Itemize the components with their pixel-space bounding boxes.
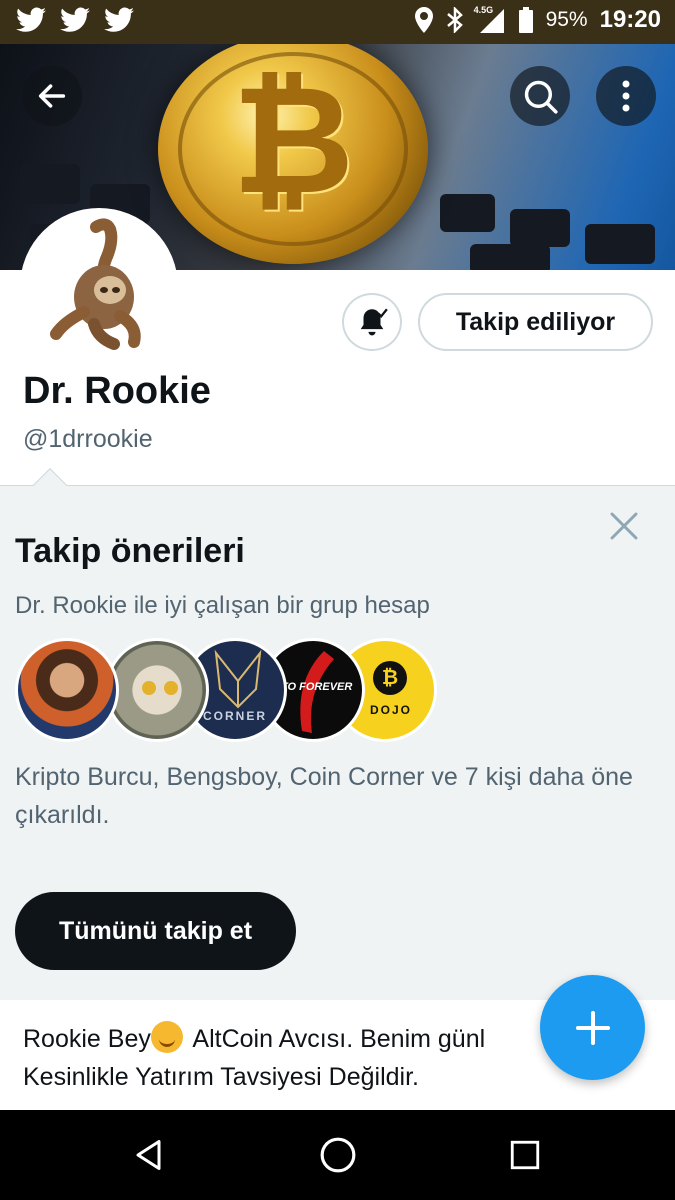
- display-name: Dr. Rookie: [23, 370, 211, 412]
- following-button[interactable]: Takip ediliyor: [418, 293, 653, 351]
- twitter-icon: [104, 7, 134, 33]
- back-button[interactable]: [22, 66, 82, 126]
- bitcoin-coin-image: ₿: [158, 44, 428, 264]
- bluetooth-icon: [446, 7, 464, 33]
- close-icon: [610, 512, 638, 540]
- follow-suggestions-panel: Takip önerileri Dr. Rookie ile iyi çalış…: [0, 468, 675, 1000]
- suggested-avatar[interactable]: [105, 638, 209, 742]
- battery-icon: [518, 7, 534, 33]
- more-vertical-icon: [622, 80, 630, 112]
- nav-recents-button[interactable]: [505, 1135, 545, 1175]
- location-icon: [414, 7, 434, 33]
- search-button[interactable]: [510, 66, 570, 126]
- panel-caret: [33, 468, 67, 502]
- nav-back-button[interactable]: [130, 1135, 170, 1175]
- suggested-avatar[interactable]: [15, 638, 119, 742]
- smiling-face-emoji-icon: [150, 1021, 183, 1053]
- more-options-button[interactable]: [596, 66, 656, 126]
- suggestions-title: Takip önerileri: [15, 532, 245, 570]
- compose-tweet-button[interactable]: [540, 975, 645, 1080]
- bell-check-icon: [360, 308, 388, 336]
- suggestions-subtitle: Dr. Rookie ile iyi çalışan bir grup hesa…: [15, 592, 430, 619]
- plus-icon: [575, 1010, 610, 1045]
- notification-button[interactable]: [342, 293, 402, 351]
- circle-home-icon: [320, 1137, 356, 1173]
- battery-percent: 95%: [545, 8, 588, 31]
- twitter-icon: [16, 7, 46, 33]
- close-suggestions-button[interactable]: [604, 506, 644, 546]
- user-handle: @1drrookie: [23, 425, 153, 453]
- nav-home-button[interactable]: [318, 1135, 358, 1175]
- status-bar: 4.5G 95% 19:20: [0, 0, 675, 44]
- sloth-toy-image: [50, 218, 141, 350]
- signal-icon: 4.5G: [474, 5, 506, 33]
- clock: 19:20: [599, 6, 661, 33]
- square-recents-icon: [510, 1140, 540, 1170]
- twitter-icon: [60, 7, 90, 33]
- suggestions-description: Kripto Burcu, Bengsboy, Coin Corner ve 7…: [15, 763, 633, 829]
- follow-all-button[interactable]: Tümünü takip et: [15, 892, 296, 970]
- search-icon: [524, 80, 558, 114]
- system-nav-bar: [0, 1110, 675, 1200]
- profile-avatar[interactable]: [20, 208, 178, 366]
- suggested-avatars[interactable]: ₿ DOJO PTO FOREVER CORNER: [15, 638, 445, 742]
- triangle-back-icon: [136, 1140, 161, 1170]
